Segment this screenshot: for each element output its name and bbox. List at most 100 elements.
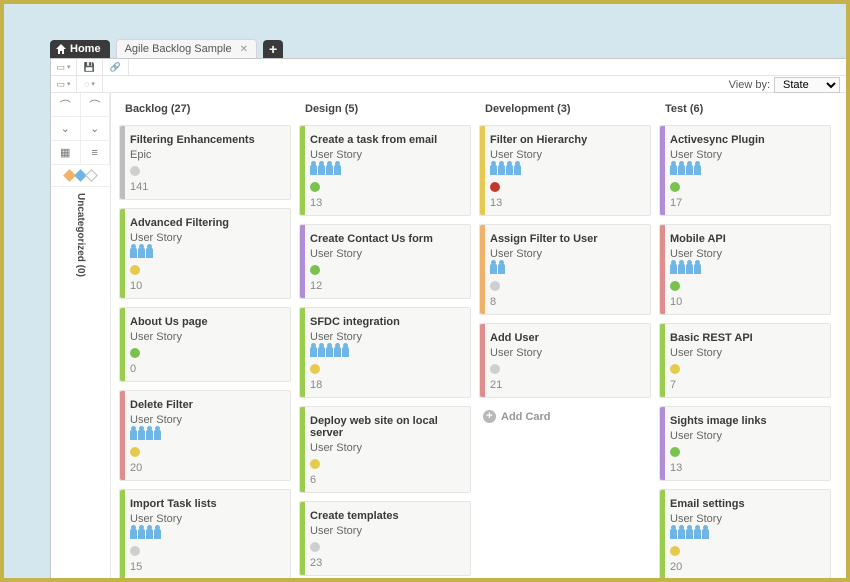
column-header: Development (3) [479,97,651,125]
card-title: Basic REST API [670,332,822,344]
card[interactable]: Import Task listsUser Story15 [119,489,291,578]
card-title: Advanced Filtering [130,217,282,229]
card[interactable]: Create Contact Us formUser Story12 [299,224,471,299]
status-dot [130,348,140,358]
tab-board-label: Agile Backlog Sample [125,43,232,55]
card[interactable]: Email settingsUser Story20 [659,489,831,578]
card-title: SFDC integration [310,316,462,328]
add-card-label: Add Card [501,411,551,423]
card[interactable]: Sights image linksUser Story13 [659,406,831,481]
toolbar-row-2: ▭ ◌ View by: State [51,76,846,93]
tab-home-label: Home [70,43,101,55]
card-title: Email settings [670,498,822,510]
card-number: 20 [670,561,822,573]
card-number: 17 [670,197,822,209]
view-by-control: View by: State [729,76,846,92]
card[interactable]: Delete FilterUser Story20 [119,390,291,481]
card-type: User Story [310,525,462,537]
card-title: Filter on Hierarchy [490,134,642,146]
add-tab-button[interactable]: + [263,40,283,58]
card-title: Create a task from email [310,134,462,146]
add-card-button[interactable]: + Add Card [479,406,651,433]
card-number: 18 [310,379,462,391]
card[interactable]: Add User User Story 21 [479,323,651,398]
tool-icon[interactable]: ≡ [81,141,111,165]
assignees-icon [310,165,462,177]
status-dot [670,447,680,457]
card-type: User Story [130,331,282,343]
card-number: 6 [310,474,462,486]
tool-icon[interactable]: ⌒ [51,93,81,117]
tool-icon[interactable]: ⌄ [81,117,111,141]
assignees-icon [670,264,822,276]
card-number: 12 [310,280,462,292]
assignees-icon [310,347,462,359]
plus-icon: + [483,410,496,423]
card-type: User Story [490,149,642,161]
status-dot [310,265,320,275]
card-type: User Story [130,414,282,426]
column: Design (5) Create a task from email User S… [295,97,475,578]
app-window: ▭ 💾 🔗 ▭ ◌ View by: State ⌒ ⌒ ⌄ ⌄ ▦ ≡ [50,58,846,578]
card-number: 23 [310,557,462,569]
tab-board[interactable]: Agile Backlog Sample ✕ [116,39,257,58]
tab-strip: Home Agile Backlog Sample ✕ + [50,36,846,58]
column-header: Design (5) [299,97,471,125]
assignees-icon [130,529,282,541]
card[interactable]: Activesync PluginUser Story17 [659,125,831,216]
toolbar-view-menu[interactable]: ▭ [51,76,77,92]
tool-icon[interactable]: ▦ [51,141,81,165]
card-title: Filtering Enhancements [130,134,282,146]
card-type: User Story [670,149,822,161]
card-number: 21 [490,379,642,391]
card-title: Import Task lists [130,498,282,510]
card-title: Sights image links [670,415,822,427]
toolbar-save-button[interactable]: 💾 [77,59,103,75]
view-by-label: View by: [729,79,770,91]
card[interactable]: Deploy web site on local serverUser Stor… [299,406,471,493]
toolbar-document-menu[interactable]: ▭ [51,59,77,75]
card-title: Create templates [310,510,462,522]
status-dot [310,459,320,469]
toolbar-option-menu[interactable]: ◌ [77,76,103,92]
card-title: Add User [490,332,642,344]
close-icon[interactable]: ✕ [240,44,248,55]
status-dot [130,447,140,457]
uncategorized-label[interactable]: Uncategorized (0) [75,187,86,387]
column: Test (6)Activesync PluginUser Story17Mob… [655,97,835,578]
card[interactable]: Filter on HierarchyUser Story13 [479,125,651,216]
toolbar-link-button[interactable]: 🔗 [103,59,129,75]
tag-palette[interactable] [51,165,110,187]
tool-icon[interactable]: ⌒ [81,93,111,117]
card[interactable]: Filtering EnhancementsEpic141 [119,125,291,200]
status-dot [490,364,500,374]
card[interactable]: SFDC integrationUser Story18 [299,307,471,398]
card-number: 8 [490,296,642,308]
card[interactable]: Advanced FilteringUser Story10 [119,208,291,299]
status-dot [130,265,140,275]
card-type: User Story [490,347,642,359]
card[interactable]: Basic REST APIUser Story7 [659,323,831,398]
card[interactable]: Mobile APIUser Story10 [659,224,831,315]
view-by-select[interactable]: State [774,77,840,93]
column-header: Backlog (27) [119,97,291,125]
card-type: User Story [310,149,462,161]
status-dot [490,182,500,192]
tool-icon[interactable]: ⌄ [51,117,81,141]
card-type: User Story [130,513,282,525]
status-dot [670,546,680,556]
card[interactable]: Assign Filter to UserUser Story8 [479,224,651,315]
card-number: 141 [130,181,282,193]
status-dot [130,546,140,556]
card[interactable]: Create a task from email User Story 13 [299,125,471,216]
card-type: User Story [670,248,822,260]
card-number: 13 [310,197,462,209]
card-title: Create Contact Us form [310,233,462,245]
assignees-icon [490,264,642,276]
left-sidebar: ⌒ ⌒ ⌄ ⌄ ▦ ≡ Uncategorized (0) [51,93,111,578]
card[interactable]: Create templates User Story 23 [299,501,471,576]
tab-home[interactable]: Home [50,40,110,58]
card[interactable]: About Us pageUser Story0 [119,307,291,382]
assignees-icon [130,248,282,260]
column: Development (3) Filter on Hierarchy User S… [475,97,655,578]
